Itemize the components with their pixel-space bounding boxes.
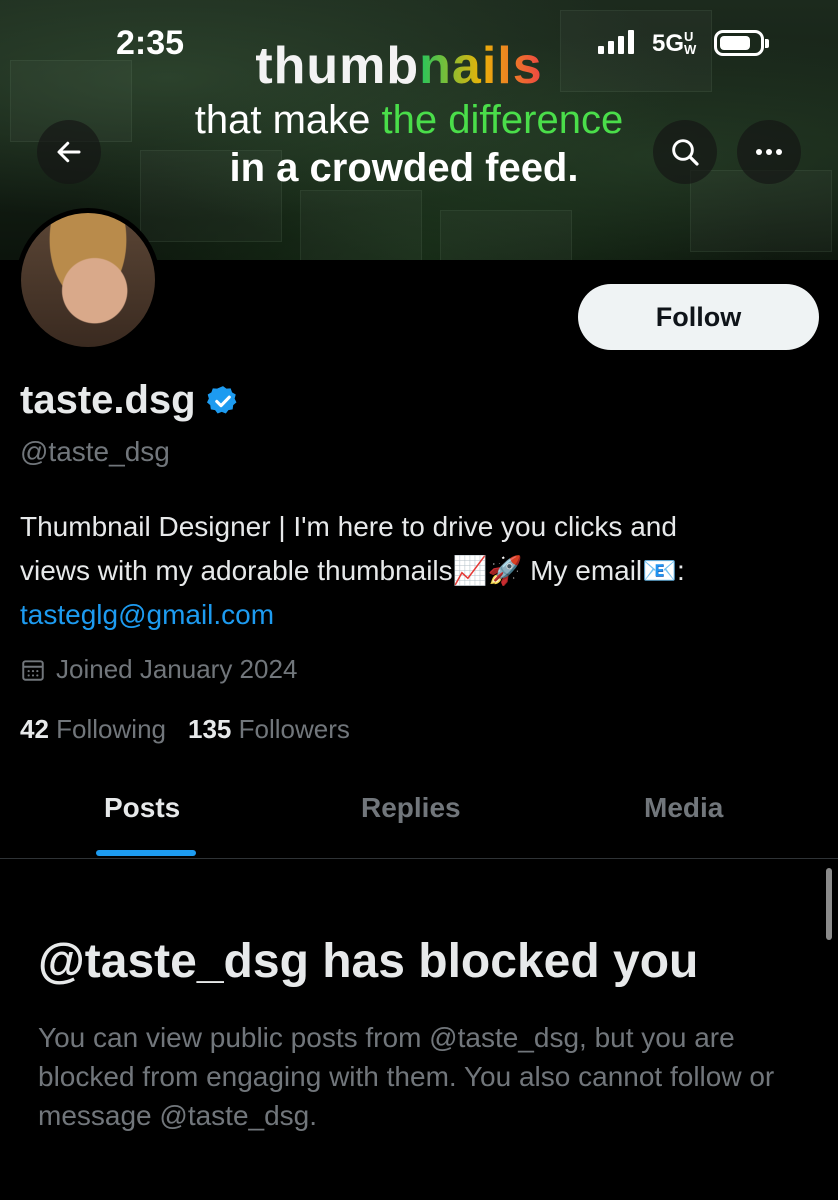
more-icon [756,149,782,155]
avatar-image [21,213,155,347]
verified-badge-icon[interactable] [206,384,240,418]
network-indicator: 5GUW [652,30,698,58]
active-tab-indicator [96,850,196,856]
display-name: taste.dsg [20,378,196,422]
status-bar: 2:35 5GUW [0,0,838,90]
back-button[interactable] [37,120,101,184]
profile-tabs: Posts Replies Media [0,770,838,859]
search-icon [672,139,699,166]
following-label: Following [56,714,166,744]
search-button[interactable] [653,120,717,184]
tab-posts[interactable]: Posts [104,792,180,824]
following-stat[interactable]: 42 Following [20,714,166,745]
bio-email-link[interactable]: tasteglg@gmail.com [20,593,820,637]
banner-subline-highlight: the difference [381,98,624,142]
signal-icon [598,30,634,54]
tab-replies[interactable]: Replies [361,792,461,824]
network-type: 5G [652,30,685,57]
avatar[interactable] [16,208,160,352]
profile-handle: @taste_dsg [20,436,170,467]
banner-tile [440,210,572,260]
followers-count: 135 [187,714,232,744]
scrollbar[interactable] [826,868,832,940]
profile-bio: Thumbnail Designer | I'm here to drive y… [20,505,820,637]
tab-media[interactable]: Media [644,792,723,824]
blocked-title: @taste_dsg has blocked you [38,935,699,988]
more-options-button[interactable] [737,120,801,184]
profile-name-row: taste.dsg [20,378,240,423]
followers-stat[interactable]: 135 Followers [188,714,350,745]
bio-line: Thumbnail Designer | I'm here to drive y… [20,511,677,542]
status-time: 2:35 [116,24,185,62]
banner-tile [300,190,422,260]
follow-button[interactable]: Follow [578,284,819,350]
joined-label: Joined January 2024 [56,654,298,684]
bio-line: views with my adorable thumbnails📈🚀 My e… [20,555,685,586]
network-suffix: UW [684,29,697,57]
battery-icon [714,30,769,56]
back-arrow-icon [57,141,81,163]
calendar-icon [22,659,44,681]
profile-stats: 42 Following 135 Followers [20,714,350,745]
joined-date: Joined January 2024 [20,654,297,685]
blocked-description: You can view public posts from @taste_ds… [38,1022,775,1131]
followers-label: Followers [238,714,350,744]
banner-subline-prefix: that make [194,98,382,142]
following-count: 42 [20,714,49,744]
